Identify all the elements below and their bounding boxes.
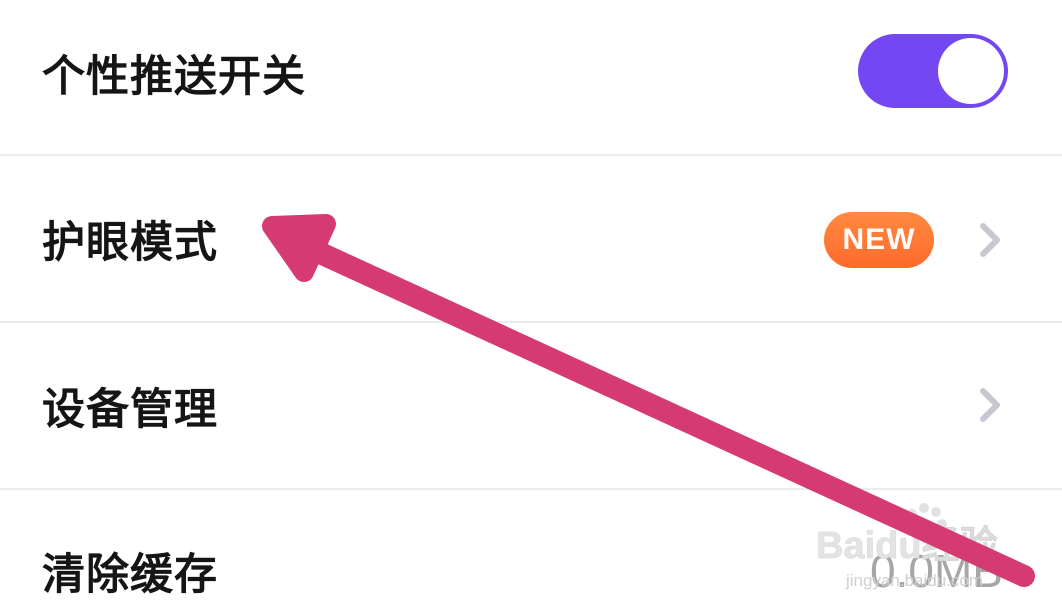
toggle-knob (938, 38, 1004, 104)
eye-care-label: 护眼模式 (42, 218, 218, 268)
clear-cache-label: 清除缓存 (42, 550, 218, 600)
settings-row-push: 个性推送开关 (0, 0, 1062, 155)
new-badge: NEW (824, 212, 934, 268)
settings-row-devices[interactable]: 设备管理 (0, 323, 1062, 488)
chevron-right-icon (980, 223, 1000, 257)
settings-list: 个性推送开关 护眼模式 NEW 设备管理 清除缓存 0.0MB (0, 0, 1062, 616)
chevron-right-icon (980, 388, 1000, 422)
push-toggle[interactable] (858, 34, 1008, 108)
settings-row-eye-care[interactable]: 护眼模式 NEW (0, 156, 1062, 321)
cache-size-value: 0.0MB (870, 545, 1003, 597)
device-management-label: 设备管理 (42, 385, 218, 435)
push-switch-label: 个性推送开关 (42, 52, 306, 102)
